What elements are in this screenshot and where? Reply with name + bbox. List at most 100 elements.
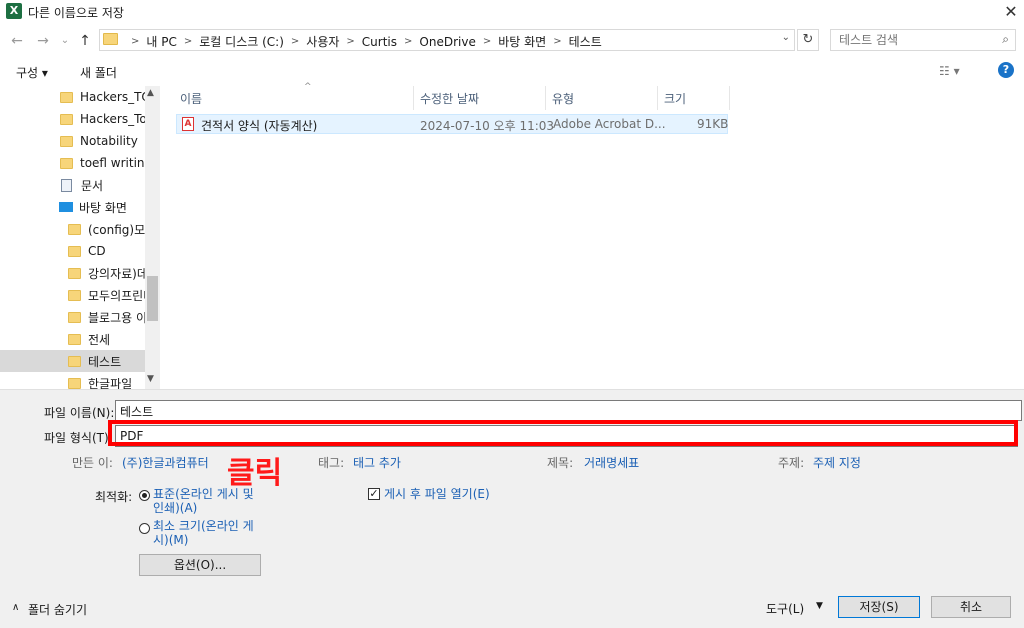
nav-item-notability[interactable]: Notability	[0, 130, 145, 152]
back-arrow-icon[interactable]: ←	[8, 32, 26, 50]
option-standard-label[interactable]: 표준(온라인 게시 및 인쇄)(A)	[153, 487, 254, 515]
radio-standard[interactable]	[139, 490, 150, 501]
scrollbar-thumb[interactable]	[147, 276, 158, 321]
organize-button[interactable]: 구성 ▾	[16, 64, 48, 81]
nav-item-cd[interactable]: CD	[0, 240, 145, 262]
excel-app-icon: X	[6, 3, 22, 19]
nav-item-label: 테스트	[88, 354, 122, 369]
tags-value[interactable]: 태그 추가	[353, 454, 401, 471]
cancel-button[interactable]: 취소	[931, 596, 1011, 618]
author-label: 만든 이:	[72, 456, 113, 470]
folder-icon	[68, 333, 81, 345]
nav-item-config[interactable]: (config)모두	[0, 218, 145, 240]
window-title: 다른 이름으로 저장	[28, 6, 124, 20]
close-icon[interactable]: ✕	[1000, 1, 1022, 23]
nav-item-toefl-writing[interactable]: toefl writing	[0, 152, 145, 174]
folder-icon	[68, 245, 81, 257]
up-arrow-icon[interactable]: ↑	[76, 32, 94, 50]
address-bar[interactable]: > 내 PC > 로컬 디스크 (C:) > 사용자 > Curtis > On…	[99, 29, 795, 51]
nav-item-hackers-toefl-2[interactable]: Hackers_Toefl	[0, 108, 145, 130]
chevron-down-icon[interactable]: ⌄	[120, 403, 1017, 414]
nav-item-label: 강의자료)데	[88, 266, 145, 281]
breadcrumb-separator: >	[131, 36, 140, 47]
file-row[interactable]: A 견적서 양식 (자동계산) 2024-07-10 오후 11:03 Adob…	[176, 114, 728, 134]
breadcrumb-separator: >	[183, 36, 193, 47]
open-after-publish-label[interactable]: 게시 후 파일 열기(E)	[384, 487, 490, 501]
open-after-publish-checkbox[interactable]: ✓	[368, 488, 380, 500]
forward-arrow-icon[interactable]: →	[34, 32, 52, 50]
file-name: 견적서 양식 (자동계산)	[201, 119, 318, 133]
column-header-size[interactable]: 크기	[658, 86, 730, 110]
breadcrumb-item-local-disk[interactable]: 로컬 디스크 (C:)	[199, 33, 284, 50]
breadcrumb-separator: >	[404, 36, 413, 47]
tools-button[interactable]: 도구(L)	[766, 600, 804, 617]
hide-folders-button[interactable]: 폴더 숨기기	[28, 601, 87, 618]
nav-item-blog[interactable]: 블로그용 이	[0, 306, 145, 328]
title-value[interactable]: 거래명세표	[584, 454, 639, 471]
folder-icon	[60, 157, 73, 169]
nav-item-lecture-materials[interactable]: 강의자료)데	[0, 262, 145, 284]
nav-item-test[interactable]: 테스트	[0, 350, 145, 372]
recent-locations-icon[interactable]: ⌄	[56, 32, 74, 50]
scroll-up-icon[interactable]: ▲	[147, 88, 154, 98]
optimize-label: 최적화:	[95, 490, 133, 504]
breadcrumb-item-onedrive[interactable]: OneDrive	[419, 35, 475, 49]
save-button[interactable]: 저장(S)	[838, 596, 920, 618]
view-options-icon[interactable]: ☷ ▾	[939, 64, 960, 78]
option-minimum-label[interactable]: 최소 크기(온라인 게 시)(M)	[153, 519, 254, 547]
help-icon[interactable]: ?	[998, 62, 1014, 78]
tags-label: 태그:	[318, 456, 345, 470]
breadcrumb-item-curtis[interactable]: Curtis	[362, 35, 397, 49]
folder-icon	[68, 289, 81, 301]
nav-item-printer[interactable]: 모두의프린터	[0, 284, 145, 306]
breadcrumb-separator: >	[482, 36, 492, 47]
search-input[interactable]	[839, 31, 989, 49]
title-label: 제목:	[547, 456, 574, 470]
subject-label: 주제:	[778, 456, 805, 470]
filename-input[interactable]: 테스트 ⌄	[115, 400, 1022, 421]
nav-item-documents[interactable]: 문서	[0, 174, 145, 196]
search-box[interactable]: ⌕	[830, 29, 1016, 51]
breadcrumb-item-users[interactable]: 사용자	[306, 33, 339, 50]
navigation-pane: Hackers_TOEFL Hackers_Toefl Notability t…	[0, 86, 160, 389]
scroll-down-icon[interactable]: ▼	[147, 374, 154, 384]
folder-icon	[68, 377, 81, 389]
subject-value[interactable]: 주제 지정	[813, 454, 861, 471]
column-header-name[interactable]: 이름 ^	[174, 82, 414, 110]
breadcrumb-item-desktop[interactable]: 바탕 화면	[498, 33, 546, 50]
desktop-icon	[59, 202, 73, 212]
nav-item-label: 전세	[88, 332, 111, 347]
filename-label: 파일 이름(N):	[44, 406, 115, 420]
column-header-label: 이름	[180, 92, 203, 106]
nav-item-hackers-toefl[interactable]: Hackers_TOEFL	[0, 86, 145, 108]
nav-item-desktop[interactable]: 바탕 화면	[0, 196, 145, 218]
address-dropdown-icon[interactable]: ⌄	[782, 32, 790, 43]
folder-icon	[60, 135, 73, 147]
chevron-up-icon[interactable]: ∧	[12, 602, 19, 613]
file-list: 이름 ^ 수정한 날짜 유형 크기 A 견적서 양식 (자동계산) 2024-0…	[160, 82, 1024, 389]
tools-dropdown-icon[interactable]: ▼	[816, 601, 823, 611]
column-header-type[interactable]: 유형	[546, 86, 658, 110]
pdf-icon: A	[182, 117, 194, 131]
author-value[interactable]: (주)한글과컴퓨터	[122, 454, 209, 471]
breadcrumb-item-test[interactable]: 테스트	[569, 33, 602, 50]
nav-scrollbar[interactable]: ▲ ▼	[145, 86, 160, 389]
nav-item-label: CD	[88, 244, 106, 258]
nav-item-label: Hackers_TOEFL	[80, 90, 145, 104]
breadcrumb-item-this-pc[interactable]: 내 PC	[146, 33, 176, 50]
nav-item-hangul[interactable]: 한글파일	[0, 372, 145, 389]
document-icon	[61, 178, 72, 192]
folder-icon	[60, 113, 73, 125]
refresh-icon[interactable]: ↻	[797, 29, 819, 51]
radio-minimum[interactable]	[139, 523, 150, 534]
column-header-modified[interactable]: 수정한 날짜	[414, 86, 546, 110]
search-icon[interactable]: ⌕	[1002, 32, 1009, 47]
nav-item-jeonse[interactable]: 전세	[0, 328, 145, 350]
sort-ascending-icon: ^	[304, 82, 312, 92]
option-minimum-line1: 최소 크기(온라인 게	[153, 519, 254, 533]
options-button[interactable]: 옵션(O)...	[139, 554, 261, 576]
folder-icon	[103, 33, 118, 45]
save-form-pane: 파일 이름(N): 테스트 ⌄ 파일 형식(T): PDF 클릭 만든 이: (…	[0, 389, 1024, 628]
breadcrumb-separator: >	[553, 36, 562, 47]
new-folder-button[interactable]: 새 폴더	[80, 64, 117, 81]
